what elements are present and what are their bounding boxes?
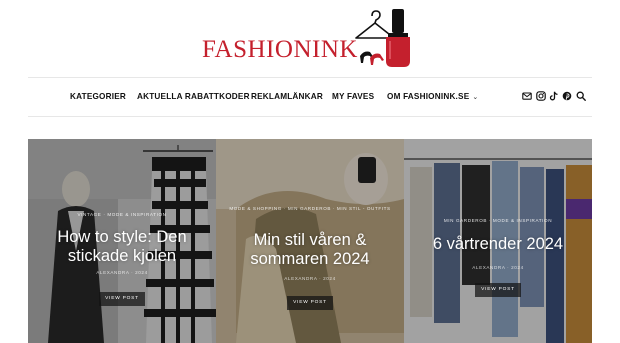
mail-icon[interactable] — [522, 91, 532, 101]
nav-item-my-faves[interactable]: MY FAVES — [332, 92, 374, 101]
nav-item-kategorier[interactable]: KATEGORIER — [70, 92, 126, 101]
nav-item-label: OM FASHIONINK.SE — [387, 92, 470, 101]
post-title[interactable]: 6 vårtrender 2024 — [412, 235, 584, 254]
view-post-button[interactable]: View Post — [475, 283, 521, 297]
post-categories[interactable]: Min garderob · Mode & inspiration — [404, 218, 592, 223]
post-categories[interactable]: Vintage · Mode & inspiration — [28, 212, 216, 217]
featured-post-card[interactable]: Mode & shopping · Min garderob · Min sti… — [216, 139, 404, 343]
post-title[interactable]: How to style: Den stickade kjolen — [36, 228, 208, 266]
site-logo[interactable]: FASHIONINK — [198, 6, 418, 70]
nav-item-label: MY FAVES — [332, 92, 375, 101]
nail-polish-logo-icon — [355, 9, 410, 67]
view-post-button[interactable]: View Post — [287, 296, 333, 310]
tiktok-icon[interactable] — [549, 91, 559, 101]
nav-item-label: REKLAMLÄNKAR — [251, 92, 323, 101]
post-title[interactable]: Min stil våren & sommaren 2024 — [224, 231, 396, 269]
post-meta: Alexandra · 2024 — [96, 270, 148, 275]
featured-posts: Vintage · Mode & inspiration How to styl… — [28, 139, 592, 343]
nav-item-om-fashionink[interactable]: OM FASHIONINK.SE ⌄ — [387, 92, 478, 101]
featured-post-card[interactable]: Min garderob · Mode & inspiration 6 vårt… — [404, 139, 592, 343]
post-meta: Alexandra · 2024 — [472, 265, 524, 270]
pinterest-icon[interactable] — [562, 91, 572, 101]
site-header: FASHIONINK — [0, 0, 620, 78]
nav-item-rabattkoder[interactable]: AKTUELLA RABATTKODER — [137, 92, 250, 101]
nav-item-label: AKTUELLA RABATTKODER — [137, 92, 250, 101]
nav-divider-bottom — [28, 116, 592, 117]
view-post-button[interactable]: View Post — [99, 292, 145, 306]
featured-post-card[interactable]: Vintage · Mode & inspiration How to styl… — [28, 139, 216, 343]
chevron-down-icon: ⌄ — [472, 94, 479, 101]
nav-item-label: KATEGORIER — [70, 92, 126, 101]
search-icon[interactable] — [576, 91, 586, 101]
post-meta: Alexandra · 2024 — [284, 276, 336, 281]
post-categories[interactable]: Mode & shopping · Min garderob · Min sti… — [216, 205, 404, 213]
logo-text: FASHIONINK — [202, 36, 358, 63]
instagram-icon[interactable] — [536, 91, 546, 101]
main-navigation: KATEGORIER AKTUELLA RABATTKODER REKLAMLÄ… — [28, 78, 592, 116]
nav-item-reklamlankar[interactable]: REKLAMLÄNKAR — [251, 92, 323, 101]
